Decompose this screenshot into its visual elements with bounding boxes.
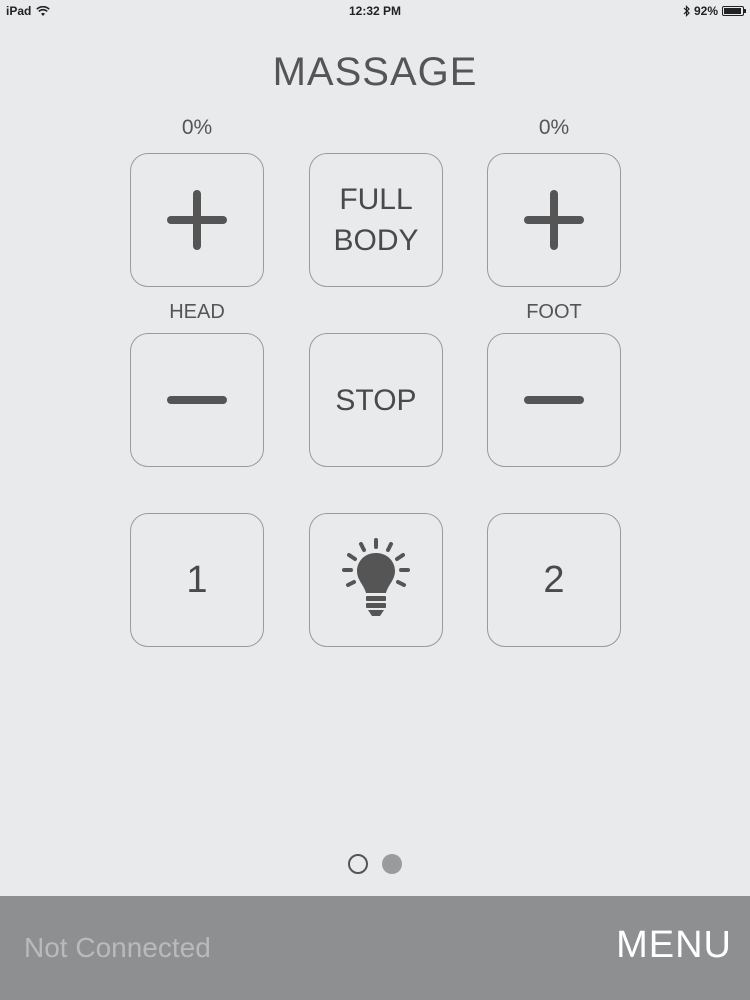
bluetooth-icon [683, 5, 690, 17]
head-percent: 0% [181, 116, 213, 139]
stop-button[interactable]: STOP [309, 333, 443, 467]
full-body-label-line2: BODY [333, 224, 419, 257]
full-body-label-line1: FULL [339, 183, 413, 216]
status-time: 12:32 PM [348, 4, 402, 18]
foot-label: FOOT [526, 301, 582, 323]
plus-icon [167, 190, 227, 250]
page-indicator[interactable] [0, 854, 750, 874]
minus-icon [524, 370, 584, 430]
light-bulb-icon [342, 538, 410, 616]
full-body-label: FULL BODY [333, 179, 418, 261]
minus-icon [167, 370, 227, 430]
battery-percent: 92% [693, 4, 718, 18]
stop-label: STOP [335, 383, 417, 417]
bottom-bar: Not Connected MENU [0, 896, 750, 1000]
preset-2-label: 2 [543, 558, 565, 601]
status-bar: iPad 12:32 PM 92% [0, 0, 750, 22]
preset-1-button[interactable]: 1 [130, 513, 264, 647]
light-button[interactable] [309, 513, 443, 647]
foot-up-button[interactable] [487, 153, 621, 287]
plus-icon [524, 190, 584, 250]
page-title: MASSAGE [272, 50, 478, 94]
preset-1-label: 1 [186, 558, 208, 601]
status-right: 92% [683, 4, 746, 18]
head-up-button[interactable] [130, 153, 264, 287]
foot-percent: 0% [538, 116, 570, 139]
head-down-button[interactable] [130, 333, 264, 467]
page-dot-2-active[interactable] [382, 854, 402, 874]
full-body-button[interactable]: FULL BODY [309, 153, 443, 287]
preset-2-button[interactable]: 2 [487, 513, 621, 647]
page-dot-1[interactable] [348, 854, 368, 874]
battery-fill [724, 8, 741, 14]
head-label: HEAD [169, 301, 225, 323]
foot-down-button[interactable] [487, 333, 621, 467]
battery-icon [722, 6, 746, 16]
menu-button[interactable]: MENU [616, 924, 732, 967]
connection-status: Not Connected [24, 932, 211, 963]
